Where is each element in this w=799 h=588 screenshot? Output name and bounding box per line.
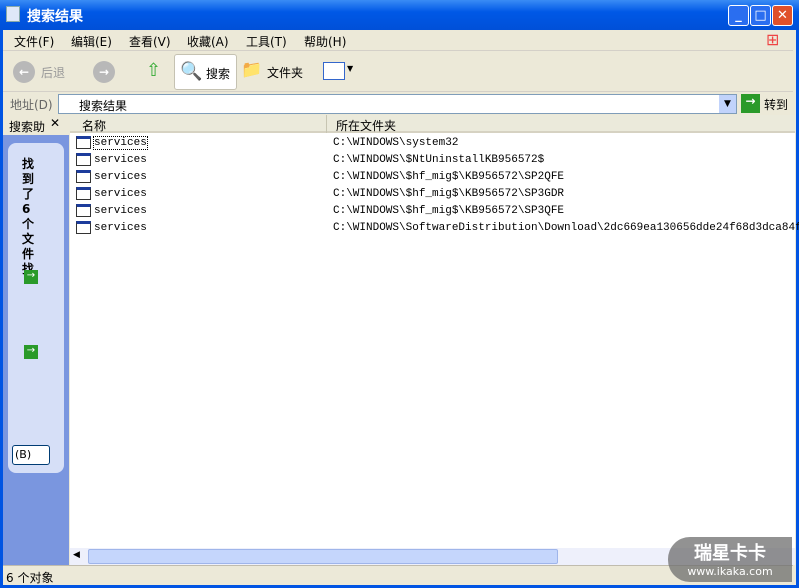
forward-arrow-icon[interactable]: →	[93, 61, 115, 83]
file-name: services	[94, 222, 147, 234]
table-row[interactable]: services C:\WINDOWS\$hf_mig$\KB956572\SP3…	[74, 203, 794, 220]
results-list: 名称 所在文件夹 services C:\WINDOWS\system32 serv…	[70, 115, 799, 565]
file-name: services	[94, 154, 147, 166]
file-icon	[76, 136, 91, 149]
address-label: 地址(D)	[10, 98, 53, 112]
search-label: 搜索	[206, 67, 231, 81]
search-window-icon	[6, 6, 20, 22]
folders-button[interactable]: 文件夹	[267, 64, 303, 81]
file-name: services	[94, 188, 147, 200]
back-search-button[interactable]: (B)	[12, 445, 50, 465]
back-arrow-icon[interactable]: ←	[13, 61, 35, 83]
file-icon	[76, 221, 91, 234]
column-folder[interactable]: 所在文件夹	[336, 117, 396, 134]
menu-help[interactable]: 帮助(H)	[304, 33, 346, 50]
file-folder: C:\WINDOWS\$hf_mig$\KB956572\SP2QFE	[333, 171, 565, 183]
window-title: 搜索结果	[27, 9, 83, 25]
table-row[interactable]: services C:\WINDOWS\SoftwareDistribution\…	[74, 220, 799, 237]
table-row[interactable]: services C:\WINDOWS\$NtUninstallKB956572$	[74, 152, 794, 169]
address-dropdown-icon[interactable]: ▼	[719, 95, 736, 113]
file-folder: C:\WINDOWS\$hf_mig$\KB956572\SP3GDR	[333, 188, 565, 200]
folder-icon: 📁	[241, 60, 263, 80]
menu-edit[interactable]: 编辑(E)	[71, 33, 112, 50]
search-companion-pane: 搜索助 ✕ 找到了6个文件找 → → (B)	[3, 115, 69, 565]
file-icon	[76, 204, 91, 217]
status-text: 6 个对象	[6, 571, 54, 585]
up-folder-icon[interactable]: ⇧	[146, 60, 161, 81]
close-pane-icon[interactable]: ✕	[50, 116, 60, 130]
menu-favorites[interactable]: 收藏(A)	[187, 33, 229, 50]
column-header: 名称 所在文件夹	[70, 115, 795, 133]
menu-tools[interactable]: 工具(T)	[246, 33, 287, 50]
file-folder: C:\WINDOWS\system32	[333, 137, 459, 149]
go-button[interactable]: 转到	[764, 96, 788, 113]
watermark-logo: 瑞星卡卡 www.ikaka.com	[668, 537, 792, 582]
table-row[interactable]: services C:\WINDOWS\$hf_mig$\KB956572\SP2…	[74, 169, 794, 186]
address-bar: 地址(D) 搜索结果 ▼ → 转到	[3, 93, 793, 115]
search-button[interactable]: 🔍 搜索	[174, 54, 237, 90]
table-row[interactable]: services C:\WINDOWS\system32	[74, 135, 794, 152]
menu-bar: 文件(F) 编辑(E) 查看(V) 收藏(A) 工具(T) 帮助(H) ⊞	[3, 30, 793, 51]
minimize-button[interactable]: _	[728, 5, 749, 26]
column-name[interactable]: 名称	[82, 117, 106, 134]
title-bar: 搜索结果 _ □ ✕	[0, 0, 799, 30]
address-input[interactable]: 搜索结果 ▼	[58, 94, 737, 114]
toolbar: ← 后退 → ⇧ 🔍 搜索 📁 文件夹 ▼	[3, 52, 793, 92]
close-button[interactable]: ✕	[772, 5, 793, 26]
views-icon[interactable]	[323, 62, 345, 80]
file-icon	[76, 153, 91, 166]
file-folder: C:\WINDOWS\$NtUninstallKB956572$	[333, 154, 545, 166]
views-dropdown-icon[interactable]: ▼	[347, 64, 353, 73]
file-name: services	[93, 136, 148, 150]
scrollbar-thumb[interactable]	[88, 549, 558, 564]
menu-view[interactable]: 查看(V)	[129, 33, 171, 50]
file-folder: C:\WINDOWS\$hf_mig$\KB956572\SP3QFE	[333, 205, 565, 217]
arrow-icon[interactable]: →	[24, 345, 38, 359]
maximize-button[interactable]: □	[750, 5, 771, 26]
found-text: 找到了6个文件找	[22, 157, 35, 276]
scroll-left-icon[interactable]: ◀	[73, 550, 80, 560]
arrow-icon[interactable]: →	[24, 270, 38, 284]
menu-file[interactable]: 文件(F)	[14, 33, 54, 50]
back-button[interactable]: 后退	[41, 64, 65, 81]
file-name: services	[94, 205, 147, 217]
table-row[interactable]: services C:\WINDOWS\$hf_mig$\KB956572\SP3…	[74, 186, 794, 203]
file-name: services	[94, 171, 147, 183]
magnifier-icon: 🔍	[180, 61, 203, 82]
pane-title: 搜索助	[9, 120, 46, 134]
windows-logo-icon: ⊞	[766, 30, 780, 49]
results-bubble: 找到了6个文件找 → → (B)	[8, 143, 64, 473]
file-folder: C:\WINDOWS\SoftwareDistribution\Download…	[333, 222, 799, 234]
file-icon	[76, 187, 91, 200]
file-icon	[76, 170, 91, 183]
address-value: 搜索结果	[79, 99, 128, 113]
go-arrow-icon[interactable]: →	[741, 94, 760, 113]
